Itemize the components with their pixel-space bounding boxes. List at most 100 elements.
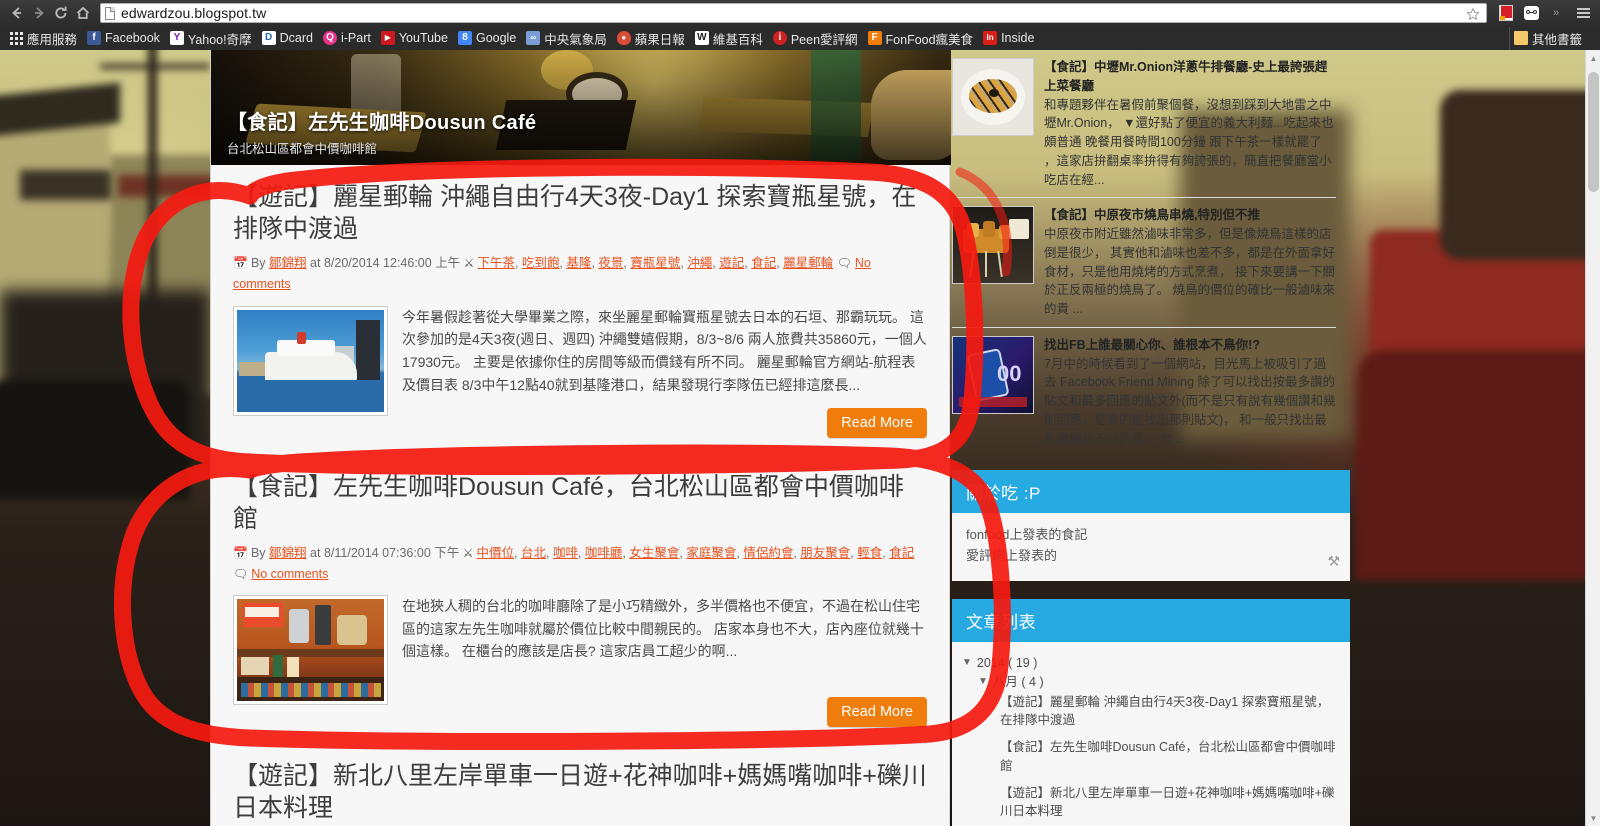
widget-line[interactable]: fonfood上發表的食記 bbox=[966, 525, 1336, 546]
archive-month-row[interactable]: ▼ 八月 ( 4 ) bbox=[978, 673, 1336, 692]
adobe-reader-extension-icon[interactable] bbox=[1494, 2, 1518, 24]
sidebar-thumbnail[interactable] bbox=[952, 58, 1034, 136]
bookmark-star-icon[interactable] bbox=[1462, 3, 1484, 25]
browser-chrome: edwardzou.blogspot.tw » 應用服務 f Facebook … bbox=[0, 0, 1600, 50]
archive-year-label[interactable]: 2014 ( 19 ) bbox=[977, 654, 1037, 673]
label-link[interactable]: 朋友聚會 bbox=[800, 546, 850, 560]
sidebar-entry-text: 【食記】中原夜市燒鳥串燒,特別但不推 中原夜市附近雖然滷味非常多，但是像燒鳥這樣… bbox=[1044, 206, 1336, 319]
post-summary: 今年暑假趁著從大學畢業之際，來坐麗星郵輪寶瓶星號去日本的石垣、那霸玩玩。 這次參… bbox=[402, 308, 927, 393]
sidebar-entry[interactable]: 【食記】中原夜市燒鳥串燒,特別但不推 中原夜市附近雖然滷味非常多，但是像燒鳥這樣… bbox=[952, 198, 1350, 327]
bookmark-item[interactable]: Q i-Part bbox=[319, 29, 377, 47]
label-link[interactable]: 寶瓶星號 bbox=[630, 256, 680, 270]
bookmark-item[interactable]: In Inside bbox=[979, 29, 1040, 47]
sidebar-entry-text: 找出FB上誰最關心你、誰根本不鳥你!? 7月中的時候看到了一個網站，目光馬上被吸… bbox=[1044, 336, 1336, 449]
label-link[interactable]: 食記 bbox=[751, 256, 776, 270]
overflow-chevron-icon[interactable]: » bbox=[1544, 2, 1568, 24]
sidebar-thumbnail[interactable] bbox=[952, 206, 1034, 285]
label-link[interactable]: 咖啡廳 bbox=[585, 546, 623, 560]
post-author-link[interactable]: 鄒錦翔 bbox=[269, 546, 307, 560]
bookmarks-bar: 應用服務 f Facebook Y Yahoo!奇摩 D Dcard Q i-P… bbox=[0, 26, 1600, 50]
bookmark-item[interactable]: 應用服務 bbox=[6, 27, 83, 50]
bookmark-item[interactable]: ● 蘋果日報 bbox=[613, 27, 691, 50]
scrollbar-thumb[interactable] bbox=[1588, 72, 1599, 192]
other-bookmarks-button[interactable]: 其他書籤 bbox=[1508, 26, 1594, 50]
bookmark-item[interactable]: ▶ YouTube bbox=[377, 29, 454, 47]
label-link[interactable]: 咖啡 bbox=[553, 546, 578, 560]
archive-post-link[interactable]: 【食記】左先生咖啡Dousun Café，台北松山區都會中價咖啡館 bbox=[1000, 738, 1336, 776]
label-link[interactable]: 輕食 bbox=[857, 546, 882, 560]
sidebar-entry-title[interactable]: 找出FB上誰最關心你、誰根本不鳥你!? bbox=[1044, 336, 1336, 355]
sidebar-entry-title[interactable]: 【食記】中壢Mr.Onion洋蔥牛排餐廳-史上最誇張趕上菜餐廳 bbox=[1044, 58, 1336, 96]
archive-year-row[interactable]: ▼ 2014 ( 19 ) bbox=[962, 654, 1336, 673]
bookmark-item[interactable]: F FonFood瘋美食 bbox=[864, 27, 980, 50]
blog-header-banner: 【食記】左先生咖啡Dousun Café 台北松山區都會中價咖啡館 bbox=[211, 50, 951, 165]
scroll-down-arrow-icon[interactable]: ▼ bbox=[1586, 810, 1600, 826]
sidebar-entry[interactable]: 【食記】中壢Mr.Onion洋蔥牛排餐廳-史上最誇張趕上菜餐廳 和專題夥伴在暑假… bbox=[952, 50, 1350, 197]
apps-grid-icon bbox=[10, 31, 23, 45]
label-link[interactable]: 女生聚會 bbox=[629, 546, 679, 560]
home-icon[interactable] bbox=[72, 2, 94, 24]
back-arrow-icon[interactable] bbox=[6, 2, 28, 24]
post-thumbnail[interactable] bbox=[233, 305, 388, 416]
label-link[interactable]: 麗星郵輪 bbox=[783, 256, 833, 270]
post-date: 8/11/2014 07:36:00 下午 bbox=[323, 545, 460, 560]
address-bar[interactable]: edwardzou.blogspot.tw bbox=[100, 3, 1487, 23]
chevron-down-icon[interactable]: ▼ bbox=[978, 673, 988, 692]
inside-icon: In bbox=[983, 31, 998, 45]
sidebar-entry-excerpt: 7月中的時候看到了一個網站，目光馬上被吸引了過去 Facebook Friend… bbox=[1044, 356, 1336, 446]
chrome-menu-icon[interactable] bbox=[1572, 2, 1594, 24]
post-body: 在地狹人稠的台北的咖啡廳除了是小巧精緻外，多半價格也不便宜，不過在松山住宅區的這… bbox=[233, 595, 927, 705]
bookmark-item[interactable]: D Dcard bbox=[258, 29, 319, 47]
label-link[interactable]: 食記 bbox=[889, 546, 914, 560]
bookmark-item[interactable]: ∞ 中央氣象局 bbox=[522, 27, 613, 50]
comment-icon: 🗨 bbox=[836, 256, 852, 270]
chevron-down-icon[interactable]: ▼ bbox=[962, 654, 972, 673]
label-link[interactable]: 下午茶 bbox=[477, 256, 515, 270]
wrench-screwdriver-icon[interactable]: ⚒ bbox=[1327, 550, 1340, 572]
sidebar-entry-excerpt: 中原夜市附近雖然滷味非常多，但是像燒鳥這樣的店倒是很少， 其實他和滷味也差不多，… bbox=[1044, 227, 1335, 316]
label-link[interactable]: 夜景 bbox=[598, 256, 623, 270]
forward-arrow-icon[interactable] bbox=[28, 2, 50, 24]
read-more-button[interactable]: Read More bbox=[827, 407, 927, 438]
label-link[interactable]: 吃到飽 bbox=[522, 256, 560, 270]
label-link[interactable]: 家庭聚會 bbox=[686, 546, 736, 560]
ipart-icon: Q bbox=[322, 31, 337, 45]
label-link[interactable]: 沖繩 bbox=[687, 256, 712, 270]
bookmark-item[interactable]: 8 Google bbox=[454, 29, 522, 47]
sidebar-entry-title[interactable]: 【食記】中原夜市燒鳥串燒,特別但不推 bbox=[1044, 206, 1336, 225]
robot-extension-icon[interactable] bbox=[1519, 2, 1543, 24]
bookmark-item[interactable]: W 維基百科 bbox=[691, 27, 769, 50]
post-author-link[interactable]: 鄒錦翔 bbox=[269, 256, 307, 270]
label-link[interactable]: 基隆 bbox=[566, 256, 591, 270]
label-link[interactable]: 遊記 bbox=[719, 256, 744, 270]
post-thumbnail[interactable] bbox=[233, 595, 388, 705]
scroll-up-arrow-icon[interactable]: ▲ bbox=[1586, 50, 1600, 66]
post-comments-link[interactable]: No comments bbox=[251, 567, 328, 581]
post-title[interactable]: 【食記】左先生咖啡Dousun Café，台北松山區都會中價咖啡館 bbox=[233, 471, 927, 535]
post-3: 【遊記】新北八里左岸單車一日遊+花神咖啡+媽媽嘴咖啡+礫川日本料理 📅By 鄒錦… bbox=[211, 744, 949, 826]
archive-post-link[interactable]: 【遊記】麗星郵輪 沖繩自由行4天3夜-Day1 探索寶瓶星號，在排隊中渡過 bbox=[1000, 693, 1336, 731]
bookmark-item[interactable]: i Peen愛評網 bbox=[769, 27, 864, 50]
reload-icon[interactable] bbox=[50, 2, 72, 24]
folder-icon bbox=[1513, 31, 1528, 45]
post-labels: 下午茶, 吃到飽, 基隆, 夜景, 寶瓶星號, 沖繩, 遊記, 食記, 麗星郵輪 bbox=[477, 256, 834, 270]
sidebar-thumbnail[interactable]: 00 bbox=[952, 335, 1034, 414]
page-scrollbar[interactable]: ▲ ▼ bbox=[1585, 50, 1600, 826]
post-title[interactable]: 【遊記】新北八里左岸單車一日遊+花神咖啡+媽媽嘴咖啡+礫川日本料理 bbox=[233, 760, 927, 824]
label-link[interactable]: 中價位 bbox=[477, 546, 515, 560]
label-link[interactable]: 情侶約會 bbox=[743, 546, 793, 560]
label-link[interactable]: 台北 bbox=[521, 546, 546, 560]
widget-body: fonfood上發表的食記 愛評網上發表的 ⚒ bbox=[952, 513, 1350, 581]
blog-title: 【食記】左先生咖啡Dousun Café bbox=[227, 112, 537, 134]
bookmark-item[interactable]: Y Yahoo!奇摩 bbox=[166, 27, 258, 50]
bookmark-item[interactable]: f Facebook bbox=[83, 29, 166, 47]
read-more-button[interactable]: Read More bbox=[827, 697, 927, 727]
sidebar-entry-text: 【食記】中壢Mr.Onion洋蔥牛排餐廳-史上最誇張趕上菜餐廳 和專題夥伴在暑假… bbox=[1044, 58, 1336, 189]
google-icon: 8 bbox=[457, 31, 472, 45]
archive-post-link[interactable]: 【遊記】新北八里左岸單車一日遊+花神咖啡+媽媽嘴咖啡+礫川日本料理 bbox=[1000, 784, 1336, 822]
post-title[interactable]: 【遊記】麗星郵輪 沖繩自由行4天3夜-Day1 探索寶瓶星號，在排隊中渡過 bbox=[233, 181, 927, 245]
widget-line[interactable]: 愛評網上發表的 bbox=[966, 546, 1336, 567]
sidebar-entry[interactable]: 00 找出FB上誰最關心你、誰根本不鳥你!? 7月中的時候看到了一個網站，目光馬… bbox=[952, 328, 1350, 457]
peen-icon: i bbox=[772, 31, 787, 45]
archive-month-label[interactable]: 八月 ( 4 ) bbox=[993, 673, 1044, 692]
